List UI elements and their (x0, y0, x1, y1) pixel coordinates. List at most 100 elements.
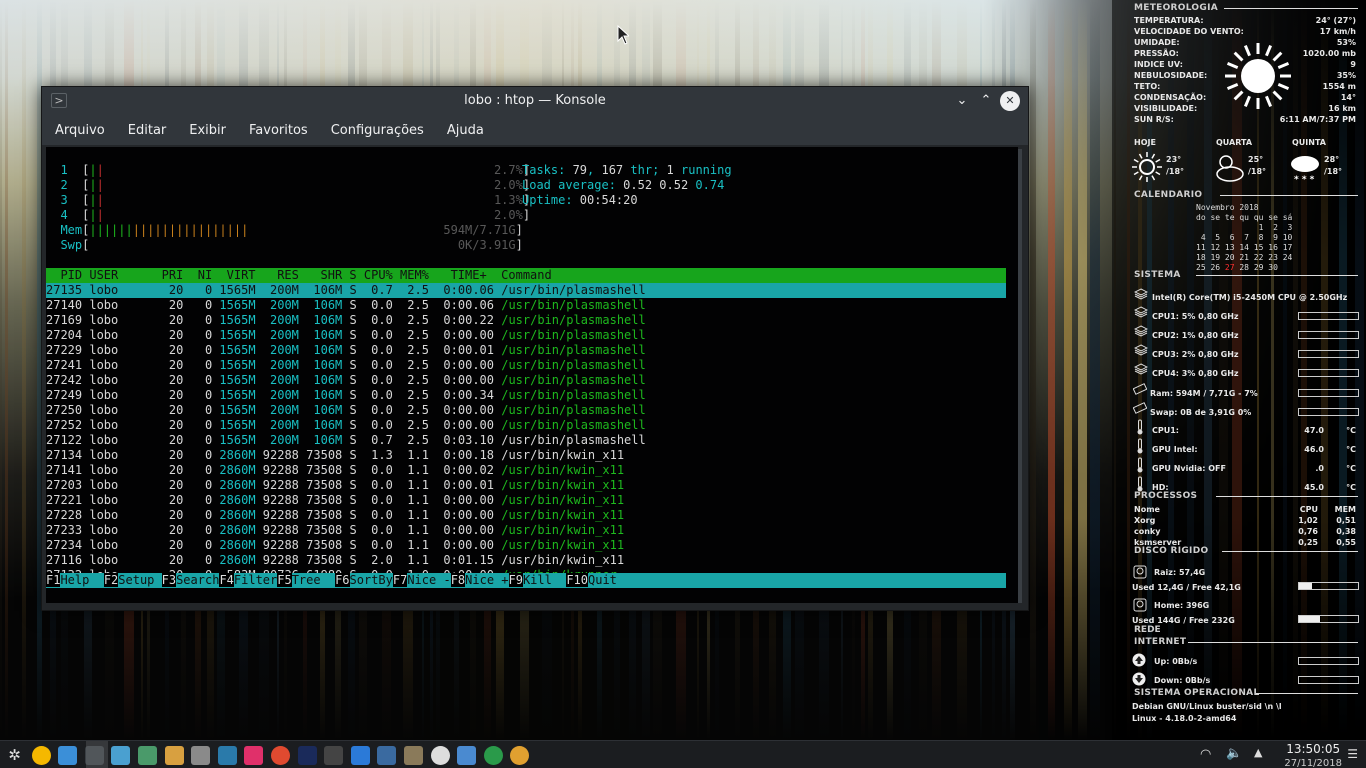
maximize-button[interactable]: ⌃ (976, 91, 996, 111)
nice: 0 (190, 553, 220, 567)
res: 200M (262, 418, 307, 432)
terminal-area[interactable]: 1 [|| 2.7%] 2 [|| 2.0%] 3 [|| 1.3%] 4 [|… (46, 147, 1018, 603)
cpu-pct: 0.0 (363, 298, 401, 312)
process-row[interactable]: 27116 lobo 20 0 2860M 92288 73508 S 2.0 … (46, 553, 624, 568)
priority: 20 (154, 313, 191, 327)
load-line: Load average: 0.52 0.52 0.74 (522, 178, 724, 193)
stellarium-icon[interactable] (297, 746, 317, 765)
process-row[interactable]: 27141 lobo 20 0 2860M 92288 73508 S 0.0 … (46, 463, 624, 478)
process-row[interactable]: 27204 lobo 20 0 1565M 200M 106M S 0.0 2.… (46, 328, 646, 343)
pacman-icon[interactable] (31, 746, 51, 765)
terminal-scrollbar[interactable] (1018, 149, 1022, 603)
gimp-icon[interactable] (404, 746, 423, 765)
settings-icon[interactable] (191, 746, 211, 765)
fkey-f3[interactable]: F3 (161, 573, 177, 587)
nice: 0 (190, 523, 220, 537)
menu-ajuda[interactable]: Ajuda (447, 123, 484, 138)
cpu-pct: 0.0 (363, 418, 401, 432)
res: 200M (262, 433, 307, 447)
network-icon[interactable] (457, 746, 477, 765)
pid: 27242 (46, 373, 90, 387)
shr: 73508 (306, 538, 350, 552)
calendar-days: 25 26 (1196, 263, 1225, 272)
process-row[interactable]: 27140 lobo 20 0 1565M 200M 106M S 0.0 2.… (46, 298, 646, 313)
menu-configuracoes[interactable]: Configurações (331, 123, 424, 138)
process-row[interactable]: 27233 lobo 20 0 2860M 92288 73508 S 0.0 … (46, 523, 624, 538)
process-row[interactable]: 27229 lobo 20 0 1565M 200M 106M S 0.0 2.… (46, 343, 646, 358)
menu-exibir[interactable]: Exibir (189, 123, 226, 138)
archive-icon[interactable] (164, 746, 184, 765)
pid: 27140 (46, 298, 90, 312)
volume-icon[interactable]: 🔈 (1226, 746, 1242, 761)
process-row[interactable]: 27135 lobo 20 0 1565M 200M 106M S 0.7 2.… (46, 283, 1006, 298)
calendar-line: 4 5 6 7 8 9 10 (1196, 233, 1293, 242)
process-row[interactable]: 27241 lobo 20 0 1565M 200M 106M S 0.0 2.… (46, 358, 646, 373)
tray-expand-icon[interactable]: ▲ (1254, 746, 1262, 759)
cpu-number: 2 (46, 178, 83, 192)
document-icon[interactable] (350, 746, 370, 765)
konsole-window[interactable]: > lobo : htop — Konsole ⌄ ⌃ ✕ Arquivo Ed… (41, 86, 1029, 611)
nice: 0 (190, 403, 220, 417)
fkey-f2[interactable]: F2 (103, 573, 119, 587)
window-icon[interactable] (377, 746, 397, 765)
shr: 73508 (306, 448, 350, 462)
process-row[interactable]: 27234 lobo 20 0 2860M 92288 73508 S 0.0 … (46, 538, 624, 553)
system-monitor-icon[interactable] (111, 746, 131, 765)
command: /usr/bin/kwin_x11 (501, 538, 625, 552)
file-manager-icon[interactable] (58, 746, 78, 765)
close-button[interactable]: ✕ (1000, 91, 1020, 111)
fkey-f8[interactable]: F8 (450, 573, 466, 587)
met-label: PRESSÃO: (1134, 49, 1179, 58)
title-bar[interactable]: > lobo : htop — Konsole ⌄ ⌃ ✕ (42, 87, 1028, 115)
text-editor-icon[interactable] (217, 746, 237, 765)
app-launcher-icon[interactable]: ✲ (5, 746, 24, 765)
priority: 20 (154, 538, 191, 552)
fkey-f4[interactable]: F4 (219, 573, 234, 587)
swap-meter: Swp[ 0K/3.91G] (46, 238, 522, 253)
process-row[interactable]: 27242 lobo 20 0 1565M 200M 106M S 0.0 2.… (46, 373, 646, 388)
clock[interactable]: 13:50:05 27/11/2018 (1284, 743, 1342, 768)
user: lobo (89, 418, 155, 432)
process-row[interactable]: 27203 lobo 20 0 2860M 92288 73508 S 0.0 … (46, 478, 624, 493)
user: lobo (89, 553, 155, 567)
process-row[interactable]: 27250 lobo 20 0 1565M 200M 106M S 0.0 2.… (46, 403, 646, 418)
command: /usr/bin/kwin_x11 (501, 478, 625, 492)
firefox-icon[interactable] (483, 746, 503, 765)
fkey-f6[interactable]: F6 (335, 573, 350, 587)
nice: 0 (190, 418, 220, 432)
calculator-icon[interactable] (324, 746, 344, 765)
obs-icon[interactable] (430, 746, 450, 765)
menu-arquivo[interactable]: Arquivo (55, 123, 105, 138)
fkey-f7[interactable]: F7 (392, 573, 408, 587)
meter-pad (89, 238, 436, 252)
process-table-header[interactable]: PID USER PRI NI VIRT RES SHR S CPU% MEM%… (46, 268, 1006, 283)
fkey-f9[interactable]: F9 (508, 573, 523, 587)
wifi-icon[interactable]: ◠ (1200, 747, 1211, 762)
mem-pct: 2.5 (400, 343, 437, 357)
minimize-button[interactable]: ⌄ (952, 91, 972, 111)
process-row[interactable]: 27169 lobo 20 0 1565M 200M 106M S 0.0 2.… (46, 313, 646, 328)
mem-value: 594M/7.71G (436, 223, 516, 237)
show-desktop-icon[interactable]: ☰ (1347, 747, 1358, 761)
media-player-icon[interactable] (510, 746, 530, 765)
process-row[interactable]: 27249 lobo 20 0 1565M 200M 106M S 0.0 2.… (46, 388, 646, 403)
fkey-f10[interactable]: F10 (566, 573, 588, 587)
mem-pct: 1.1 (400, 478, 437, 492)
process-row[interactable]: 27228 lobo 20 0 2860M 92288 73508 S 0.0 … (46, 508, 624, 523)
fkey-f1[interactable]: F1 (46, 573, 61, 587)
flickr-icon[interactable] (244, 746, 264, 765)
process-row[interactable]: 27134 lobo 20 0 2860M 92288 73508 S 1.3 … (46, 448, 624, 463)
menu-editar[interactable]: Editar (128, 123, 167, 138)
image-viewer-icon[interactable] (138, 746, 157, 765)
command: /usr/bin/kwin_x11 (501, 463, 625, 477)
priority: 20 (154, 463, 191, 477)
process-row[interactable]: 27252 lobo 20 0 1565M 200M 106M S 0.0 2.… (46, 418, 646, 433)
chrome-icon[interactable] (271, 746, 290, 765)
menu-favoritos[interactable]: Favoritos (249, 123, 308, 138)
virt: 2860M (219, 553, 263, 567)
process-row[interactable]: 27122 lobo 20 0 1565M 200M 106M S 0.7 2.… (46, 433, 646, 448)
proc-name: Xorg (1134, 516, 1156, 525)
fkey-f5[interactable]: F5 (277, 573, 292, 587)
fkey-label: Kill (522, 573, 567, 587)
process-row[interactable]: 27221 lobo 20 0 2860M 92288 73508 S 0.0 … (46, 493, 624, 508)
